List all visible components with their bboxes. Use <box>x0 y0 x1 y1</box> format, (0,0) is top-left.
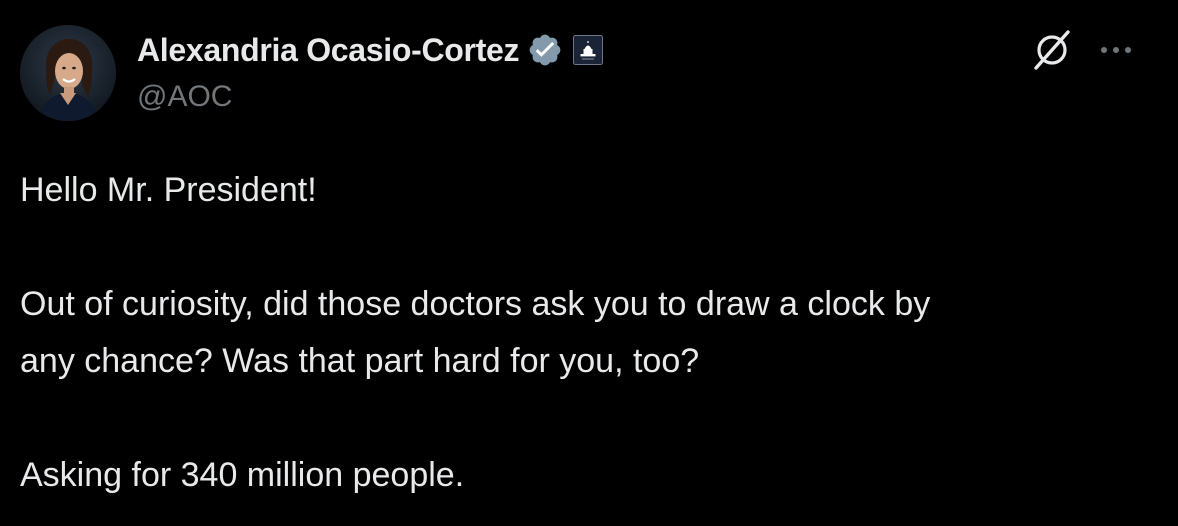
tweet-line-greeting: Hello Mr. President! <box>20 171 317 209</box>
tweet-line-question-1: Out of curiosity, did those doctors ask … <box>20 285 931 323</box>
tweet-line-closing: Asking for 340 million people. <box>20 456 465 494</box>
tweet-card: Alexandria Ocasio-Cortez @AOC Hello Mr. … <box>0 0 1178 526</box>
capitol-building-icon[interactable] <box>573 35 604 65</box>
verified-badge-icon[interactable] <box>527 32 563 68</box>
tweet-line-question-2: any chance? Was that part hard for you, … <box>20 342 700 380</box>
grok-icon[interactable] <box>1030 28 1074 72</box>
profile-photo-icon <box>20 25 116 121</box>
handle[interactable]: @AOC <box>137 80 232 114</box>
more-options-icon[interactable] <box>1096 35 1136 65</box>
tweet-text: Hello Mr. President! Out of curiosity, d… <box>20 162 1160 504</box>
avatar[interactable] <box>20 25 116 121</box>
author-name-row: Alexandria Ocasio-Cortez <box>137 30 604 70</box>
display-name[interactable]: Alexandria Ocasio-Cortez <box>137 32 520 69</box>
